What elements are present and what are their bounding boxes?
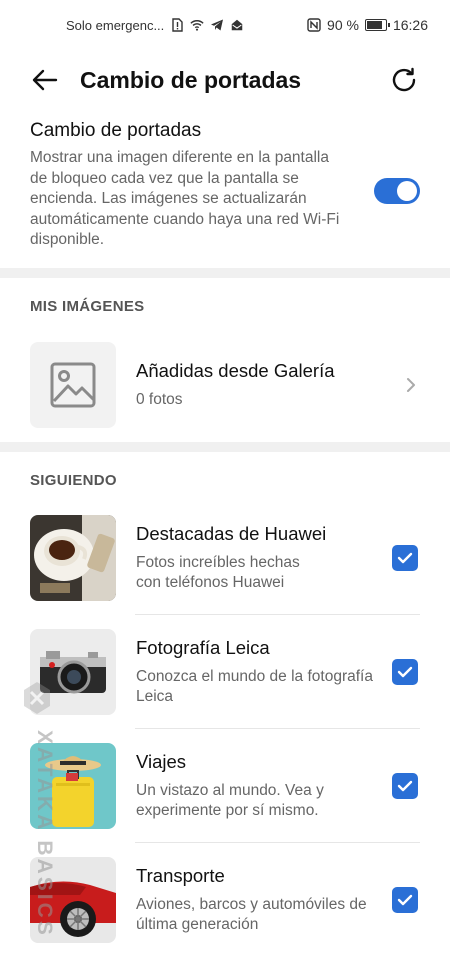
list-item-transporte[interactable]: Transporte Aviones, barcos y automóviles…	[30, 843, 420, 957]
back-button[interactable]	[30, 65, 60, 95]
setting-title: Cambio de portadas	[30, 120, 202, 141]
cover-change-toggle[interactable]	[374, 178, 420, 204]
item-text: Viajes Un vistazo al mundo. Vea y experi…	[136, 751, 392, 822]
mail-icon	[232, 19, 243, 31]
wifi-icon	[190, 20, 204, 31]
status-right: 90 % 16:26	[307, 17, 428, 33]
item-text: Transporte Aviones, barcos y automóviles…	[136, 865, 392, 936]
section-divider	[0, 442, 450, 452]
item-text: Destacadas de Huawei Fotos increíbles he…	[136, 523, 392, 594]
gallery-thumbnail	[30, 342, 116, 428]
checkmark-icon	[397, 666, 413, 678]
checkmark-icon	[397, 894, 413, 906]
list-item-viajes[interactable]: Viajes Un vistazo al mundo. Vea y experi…	[30, 729, 420, 843]
status-left: Solo emergenc...	[66, 18, 244, 33]
battery-percentage: 90 %	[327, 17, 359, 33]
arrow-left-icon	[32, 69, 58, 91]
checkmark-icon	[397, 780, 413, 792]
section-divider	[0, 268, 450, 278]
item-title: Fotografía Leica	[136, 636, 270, 658]
list-item-fotografia-leica[interactable]: Fotografía Leica Conozca el mundo de la …	[30, 615, 420, 729]
alert-sim-icon	[172, 18, 183, 32]
setting-description: Mostrar una imagen diferente en la panta…	[30, 149, 340, 248]
item-title: Destacadas de Huawei	[136, 522, 327, 544]
status-bar: Solo emergenc... 90 % 16:26	[0, 0, 450, 50]
my-images-header: MIS IMÁGENES	[30, 298, 145, 315]
watermark-logo-icon	[24, 682, 50, 714]
follow-checkbox[interactable]	[392, 545, 418, 571]
app-bar: Cambio de portadas	[0, 50, 450, 110]
item-text: Fotografía Leica Conozca el mundo de la …	[136, 637, 392, 708]
watermark-text: XATAKA BASICS	[33, 730, 56, 938]
item-title: Transporte	[136, 864, 225, 886]
gallery-text: Añadidas desde Galería 0 fotos	[136, 360, 404, 411]
telegram-icon	[211, 19, 224, 31]
image-placeholder-icon	[50, 362, 96, 408]
list-item-destacadas-huawei[interactable]: Destacadas de Huawei Fotos increíbles he…	[30, 501, 420, 615]
chevron-right-icon	[404, 375, 418, 395]
coffee-thumbnail	[30, 515, 116, 601]
toggle-knob	[397, 181, 417, 201]
following-header: SIGUIENDO	[30, 472, 117, 489]
item-subtitle: Aviones, barcos y automóviles de última …	[136, 895, 367, 934]
follow-checkbox[interactable]	[392, 887, 418, 913]
battery-icon	[364, 19, 390, 31]
cover-change-setting: Cambio de portadas Mostrar una imagen di…	[30, 120, 420, 251]
item-subtitle: Un vistazo al mundo. Vea y experimente p…	[136, 781, 324, 820]
watermark: XATAKA BASICS	[18, 680, 56, 960]
refresh-button[interactable]	[388, 64, 420, 96]
refresh-icon	[392, 67, 416, 92]
item-title: Viajes	[136, 750, 187, 772]
gallery-count: 0 fotos	[136, 390, 183, 408]
follow-checkbox[interactable]	[392, 659, 418, 685]
gallery-title: Añadidas desde Galería	[136, 359, 335, 381]
page-title: Cambio de portadas	[80, 66, 302, 93]
item-subtitle: Conozca el mundo de la fotografía Leica	[136, 667, 373, 706]
carrier-text: Solo emergenc...	[66, 17, 165, 33]
checkmark-icon	[397, 552, 413, 564]
clock: 16:26	[392, 17, 428, 33]
gallery-album-row[interactable]: Añadidas desde Galería 0 fotos	[30, 342, 420, 428]
nfc-icon	[307, 18, 321, 32]
item-subtitle: Fotos increíbles hechas con teléfonos Hu…	[136, 553, 300, 592]
follow-checkbox[interactable]	[392, 773, 418, 799]
